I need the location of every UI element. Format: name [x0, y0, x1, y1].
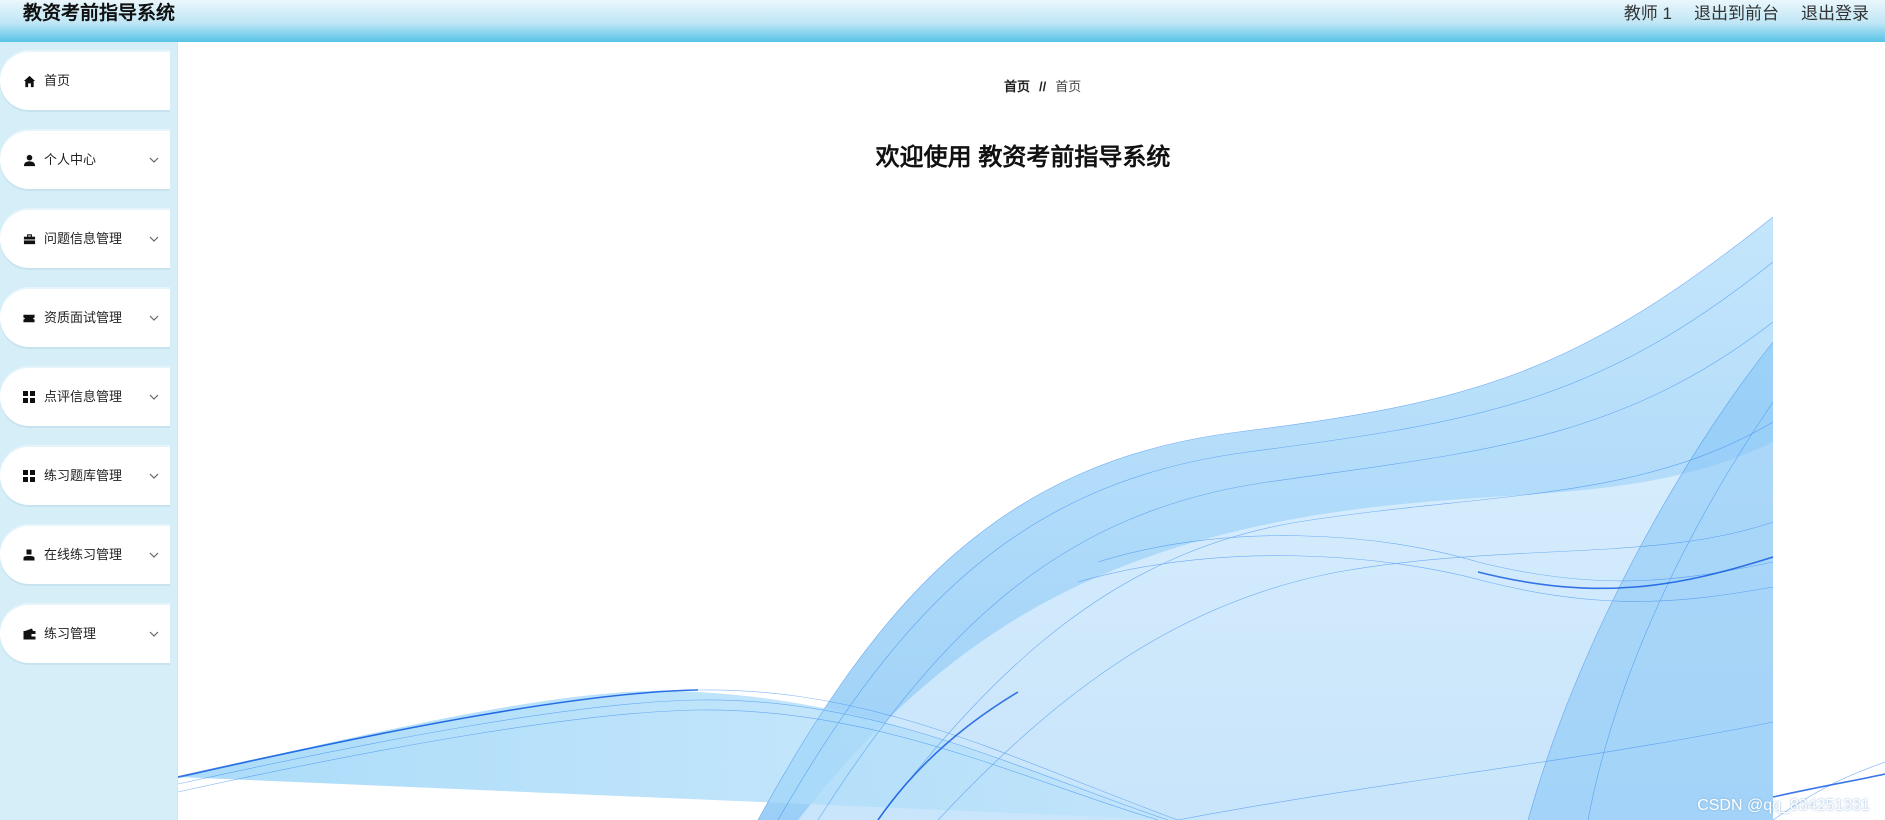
sidebar-item-home[interactable]: 首页: [0, 52, 170, 110]
sidebar-item-label: 个人中心: [44, 152, 97, 167]
chevron-down-icon: [148, 548, 160, 560]
welcome-title: 欢迎使用 教资考前指导系统: [875, 144, 1171, 171]
home-icon: [22, 74, 36, 88]
chevron-down-icon: [148, 311, 160, 323]
sidebar-item-interview[interactable]: 资质面试管理: [0, 289, 170, 347]
chevron-down-icon: [148, 469, 160, 481]
breadcrumb-home-link[interactable]: 首页: [1004, 79, 1030, 94]
wallet-icon: [22, 627, 36, 641]
app-title: 教资考前指导系统: [23, 3, 176, 24]
sidebar-item-personal-center[interactable]: 个人中心: [0, 131, 170, 189]
top-nav: 教师 1 退出到前台 退出登录: [1624, 3, 1869, 25]
sidebar-item-label: 练习题库管理: [44, 468, 123, 483]
sidebar-item-question-bank[interactable]: 练习题库管理: [0, 447, 170, 505]
sidebar-item-online-practice[interactable]: 在线练习管理: [0, 526, 170, 584]
sidebar-item-label: 问题信息管理: [44, 231, 123, 246]
briefcase-icon: [22, 232, 36, 246]
person-icon: [22, 548, 36, 562]
sidebar-item-question-info[interactable]: 问题信息管理: [0, 210, 170, 268]
chevron-down-icon: [148, 232, 160, 244]
logout-link[interactable]: 退出登录: [1801, 3, 1869, 25]
sidebar-item-label: 首页: [44, 73, 71, 88]
sidebar-item-label: 资质面试管理: [44, 310, 123, 325]
ticket-icon: [22, 311, 36, 325]
sidebar-item-label: 在线练习管理: [44, 547, 123, 562]
chevron-down-icon: [148, 627, 160, 639]
grid-icon: [22, 390, 36, 404]
sidebar-item-label: 练习管理: [44, 626, 97, 641]
sidebar-item-practice[interactable]: 练习管理: [0, 605, 170, 663]
current-user-link[interactable]: 教师 1: [1624, 3, 1672, 25]
breadcrumb: 首页 // 首页: [1004, 76, 1081, 95]
chevron-down-icon: [148, 153, 160, 165]
sidebar: 首页 个人中心 问题信息管理 资质面试管理 点评信息管理 练习题库管理 在线练习…: [0, 42, 178, 820]
breadcrumb-separator: //: [1039, 79, 1047, 94]
exit-to-frontend-link[interactable]: 退出到前台: [1694, 3, 1779, 25]
breadcrumb-current: 首页: [1055, 79, 1082, 94]
sidebar-item-label: 点评信息管理: [44, 389, 123, 404]
watermark-text: CSDN @qq_834251331: [1697, 797, 1870, 814]
main-content: 首页 // 首页 欢迎使用 教资考前指导系统 CSDN @qq_834251331: [178, 42, 1885, 820]
user-icon: [22, 153, 36, 167]
grid-icon: [22, 469, 36, 483]
chevron-down-icon: [148, 390, 160, 402]
top-header: 教资考前指导系统 教师 1 退出到前台 退出登录: [0, 0, 1885, 42]
sidebar-item-review-info[interactable]: 点评信息管理: [0, 368, 170, 426]
